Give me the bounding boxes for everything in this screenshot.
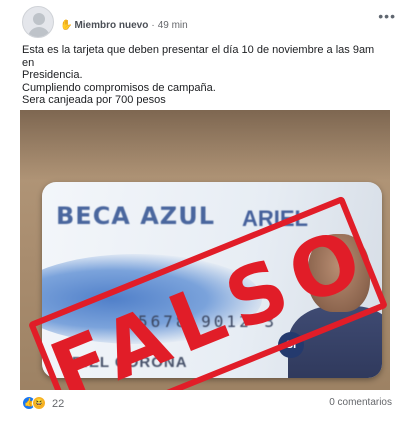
meta-separator: · [151, 20, 155, 31]
avatar-head-shape [33, 13, 45, 25]
avatar-body-shape [28, 27, 50, 37]
post-text-line: Esta es la tarjeta que deben presentar e… [22, 44, 375, 69]
haha-icon: 😆 [32, 396, 46, 410]
card-title: BECA AZUL [56, 202, 215, 230]
post-meta: ✋ Miembro nuevo · 49 min [60, 20, 188, 31]
post-timestamp[interactable]: 49 min [158, 20, 188, 31]
post-footer: 👍 😆 22 0 comentarios [16, 394, 396, 414]
facebook-post: ✋ Miembro nuevo · 49 min ••• Esta es la tar… [0, 0, 410, 432]
hand-icon: ✋ [60, 20, 73, 31]
comments-link[interactable]: 0 comentarios [329, 397, 392, 408]
reaction-count: 22 [52, 398, 65, 410]
post-text: Esta es la tarjeta que deben presentar e… [22, 44, 382, 107]
member-badge: Miembro nuevo [74, 20, 149, 31]
post-photo[interactable]: BECA AZUL ARIEL 5678 9012 3 SI ARIEL COR… [20, 110, 390, 390]
post-text-line: Cumpliendo compromisos de campaña. [22, 81, 216, 94]
avatar[interactable] [22, 6, 54, 38]
photo-shadow [20, 110, 390, 180]
post-text-line: Presidencia. [22, 69, 83, 81]
more-dots-icon[interactable]: ••• [378, 8, 396, 24]
post-text-line: Sera canjeada por 700 pesos [22, 94, 166, 106]
post-header: ✋ Miembro nuevo · 49 min ••• [16, 6, 396, 42]
